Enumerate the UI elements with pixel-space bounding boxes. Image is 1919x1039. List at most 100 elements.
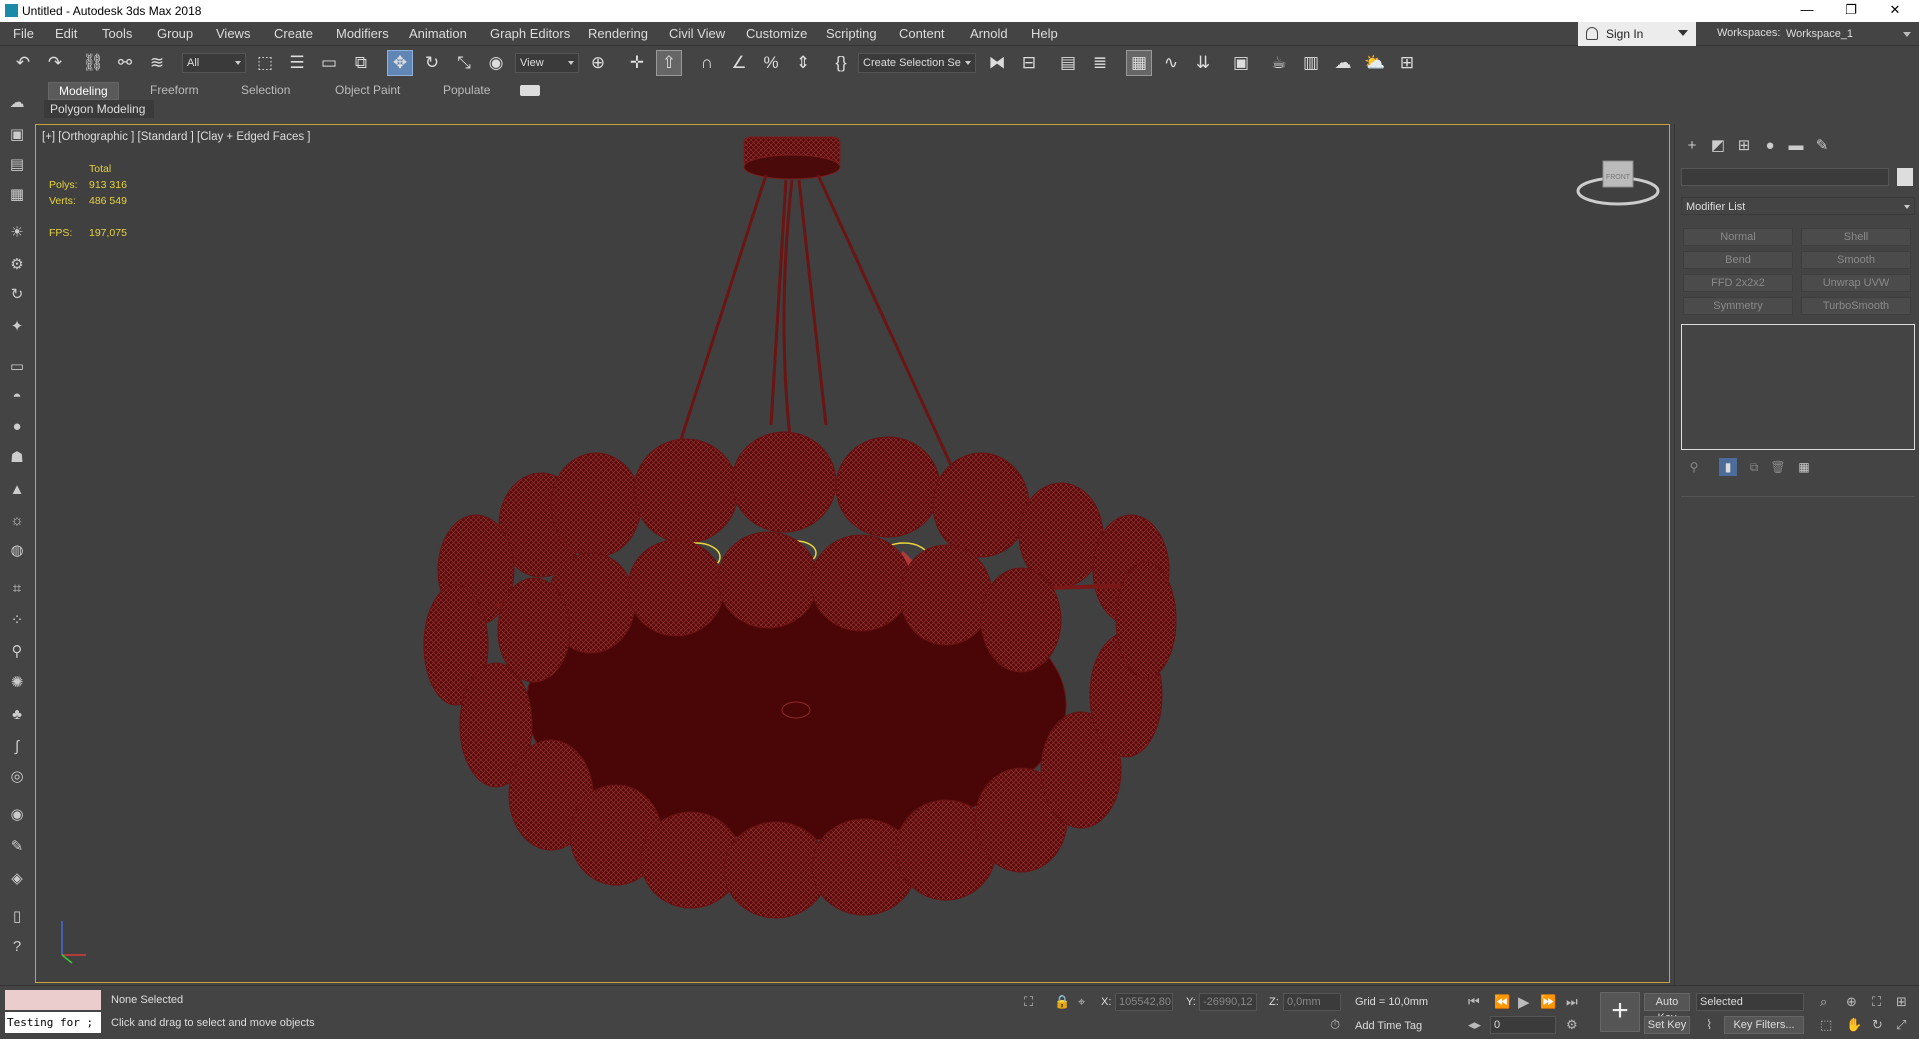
menu-rendering[interactable]: Rendering bbox=[588, 26, 648, 41]
create-tab-icon[interactable]: + bbox=[1681, 134, 1703, 156]
render-icon[interactable]: ✦ bbox=[5, 314, 29, 338]
menu-group[interactable]: Group bbox=[157, 26, 193, 41]
ribbon-tab-populate[interactable]: Populate bbox=[433, 82, 500, 100]
hemisphere-icon[interactable]: ◓ bbox=[5, 384, 29, 408]
helper-icon[interactable]: ↻ bbox=[5, 282, 29, 306]
layers-icon[interactable]: ▤ bbox=[5, 152, 29, 176]
select-object-icon[interactable]: ⬚ bbox=[252, 50, 278, 76]
material-editor-icon[interactable]: ▣ bbox=[1228, 50, 1254, 76]
sign-in-button[interactable]: Sign In bbox=[1578, 22, 1696, 46]
render-setup-icon[interactable]: ☕ bbox=[1266, 50, 1292, 76]
cone-icon[interactable]: ▲ bbox=[5, 477, 29, 501]
y-coordinate-field[interactable]: -26990,12 bbox=[1199, 993, 1257, 1011]
current-frame-field[interactable]: 0 bbox=[1490, 1016, 1556, 1034]
select-and-rotate-icon[interactable]: ↻ bbox=[419, 50, 445, 76]
modifier-turbosmooth-button[interactable]: TurboSmooth bbox=[1801, 297, 1911, 315]
modifier-normal-button[interactable]: Normal bbox=[1683, 228, 1793, 246]
menu-help[interactable]: Help bbox=[1031, 26, 1058, 41]
display-tab-icon[interactable]: ▬ bbox=[1785, 134, 1807, 156]
motion-tab-icon[interactable]: ● bbox=[1759, 134, 1781, 156]
selection-filter-select[interactable]: All bbox=[182, 53, 246, 73]
named-selection-set-select[interactable]: Create Selection Se bbox=[858, 53, 976, 73]
menu-modifiers[interactable]: Modifiers bbox=[336, 26, 389, 41]
z-coordinate-field[interactable]: 0,0mm bbox=[1283, 993, 1341, 1011]
hair-icon[interactable]: ∫ bbox=[5, 734, 29, 758]
object-color-swatch[interactable] bbox=[1897, 168, 1913, 186]
bind-space-warp-icon[interactable]: ≋ bbox=[144, 50, 170, 76]
grid-icon[interactable]: ⌗ bbox=[5, 576, 29, 600]
geosphere-icon[interactable]: ◍ bbox=[5, 538, 29, 562]
ribbon-tab-modeling[interactable]: Modeling bbox=[48, 82, 119, 100]
material-sphere-icon[interactable]: ◉ bbox=[5, 802, 29, 826]
orbit-icon[interactable]: ↻ bbox=[1872, 1017, 1883, 1033]
select-by-name-icon[interactable]: ☰ bbox=[284, 50, 310, 76]
selection-lock-icon[interactable]: 🔒 bbox=[1054, 994, 1070, 1010]
align-icon[interactable]: ⊟ bbox=[1016, 50, 1042, 76]
plant-icon[interactable]: ♣ bbox=[5, 702, 29, 726]
menu-edit[interactable]: Edit bbox=[55, 26, 77, 41]
zoom-extents-all-icon[interactable]: ⊞ bbox=[1896, 994, 1907, 1010]
zoom-icon[interactable]: ⌕ bbox=[1820, 994, 1827, 1010]
table-icon[interactable]: ▦ bbox=[5, 182, 29, 206]
go-to-start-icon[interactable]: ⏮ bbox=[1468, 994, 1480, 1010]
modifier-bend-button[interactable]: Bend bbox=[1683, 251, 1793, 269]
restore-icon[interactable]: ❐ bbox=[1829, 0, 1873, 22]
pin-stack-icon[interactable]: ⚲ bbox=[1685, 458, 1703, 476]
ribbon-tab-freeform[interactable]: Freeform bbox=[140, 82, 209, 100]
next-frame-icon[interactable]: ⏩ bbox=[1540, 994, 1556, 1010]
sun-icon[interactable]: ☼ bbox=[5, 508, 29, 532]
zoom-region-icon[interactable]: ⬚ bbox=[1820, 1017, 1832, 1033]
particles-icon[interactable]: ⁘ bbox=[5, 608, 29, 632]
toggle-ribbon-icon[interactable]: ▦ bbox=[1126, 50, 1152, 76]
menu-animation[interactable]: Animation bbox=[409, 26, 467, 41]
add-time-tag[interactable]: Add Time Tag bbox=[1355, 1020, 1422, 1032]
menu-arnold[interactable]: Arnold bbox=[970, 26, 1008, 41]
environment-icon[interactable]: ◈ bbox=[5, 866, 29, 890]
camera-icon[interactable]: ⚙ bbox=[5, 252, 29, 276]
modifier-ffd-button[interactable]: FFD 2x2x2 bbox=[1683, 274, 1793, 292]
show-end-result-icon[interactable]: ▮ bbox=[1719, 458, 1737, 476]
modifier-symmetry-button[interactable]: Symmetry bbox=[1683, 297, 1793, 315]
scene-icon[interactable]: ▣ bbox=[5, 122, 29, 146]
absolute-mode-icon[interactable]: ⌖ bbox=[1078, 994, 1085, 1010]
render-production-icon[interactable]: ☁ bbox=[1330, 50, 1356, 76]
snaps-toggle-icon[interactable]: ∩ bbox=[694, 50, 720, 76]
rendered-frame-window-icon[interactable]: ▥ bbox=[1298, 50, 1324, 76]
menu-create[interactable]: Create bbox=[274, 26, 313, 41]
link-icon[interactable]: ⛓ bbox=[80, 50, 106, 76]
bones-icon[interactable]: ⚲ bbox=[5, 639, 29, 663]
teapot-icon[interactable]: ☗ bbox=[5, 445, 29, 469]
time-configuration-icon[interactable]: ⚙ bbox=[1566, 1017, 1578, 1033]
keyboard-shortcut-override-icon[interactable]: ⇧ bbox=[656, 50, 682, 76]
brush-icon[interactable]: ✎ bbox=[5, 834, 29, 858]
percent-snap-icon[interactable]: % bbox=[758, 50, 784, 76]
menu-views[interactable]: Views bbox=[216, 26, 250, 41]
set-keys-button[interactable]: + bbox=[1600, 992, 1640, 1032]
modifier-smooth-button[interactable]: Smooth bbox=[1801, 251, 1911, 269]
select-and-place-icon[interactable]: ◉ bbox=[483, 50, 509, 76]
lights-icon[interactable]: ☀ bbox=[5, 220, 29, 244]
auto-key-button[interactable]: Auto Key bbox=[1644, 993, 1690, 1024]
polygon-modeling-panel[interactable]: Polygon Modeling bbox=[44, 100, 154, 118]
render-in-cloud-icon[interactable]: ⛅ bbox=[1362, 50, 1388, 76]
manipulate-icon[interactable]: ✛ bbox=[624, 50, 650, 76]
a360-gallery-icon[interactable]: ⊞ bbox=[1394, 50, 1420, 76]
key-filters-button[interactable]: Key Filters... bbox=[1724, 1016, 1804, 1034]
plane-icon[interactable]: ▭ bbox=[5, 354, 29, 378]
key-mode-toggle-icon[interactable]: ◂▸ bbox=[1468, 1017, 1481, 1033]
dynamics-icon[interactable]: ✺ bbox=[5, 670, 29, 694]
ribbon-options-icon[interactable] bbox=[520, 85, 540, 96]
unlink-icon[interactable]: ⚯ bbox=[112, 50, 138, 76]
hierarchy-tab-icon[interactable]: ⊞ bbox=[1733, 134, 1755, 156]
select-and-scale-icon[interactable]: ⤡ bbox=[451, 50, 477, 76]
select-and-move-icon[interactable]: ✥ bbox=[387, 50, 413, 76]
modifier-stack[interactable] bbox=[1681, 324, 1915, 450]
time-tag-icon[interactable]: ⏱ bbox=[1330, 1017, 1340, 1033]
pivot-center-icon[interactable]: ⊕ bbox=[585, 50, 611, 76]
menu-graph-editors[interactable]: Graph Editors bbox=[490, 26, 570, 41]
maximize-viewport-icon[interactable]: ⤢ bbox=[1896, 1017, 1906, 1033]
modifier-unwrap-uvw-button[interactable]: Unwrap UVW bbox=[1801, 274, 1911, 292]
key-mode-select[interactable]: Selected bbox=[1696, 993, 1804, 1011]
edit-named-selection-icon[interactable]: {} bbox=[828, 50, 854, 76]
play-icon[interactable]: ▶ bbox=[1518, 993, 1530, 1011]
